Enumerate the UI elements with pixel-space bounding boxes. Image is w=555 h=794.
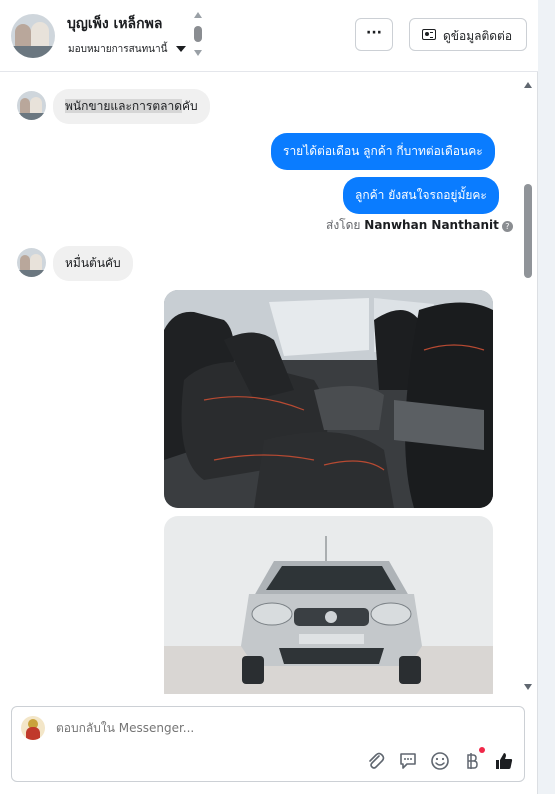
assign-conversation-link[interactable]: มอบหมายการสนทนานี้	[68, 42, 167, 57]
conversation-header: บุญเพ็ง เหล็กพล มอบหมายการสนทนานี้ ··· ด…	[0, 0, 538, 72]
sent-by-prefix: ส่งโดย	[326, 218, 361, 232]
contact-card-icon	[422, 29, 436, 40]
message-highlighted-text: พนักขายและการตลาด	[65, 99, 183, 113]
car-front-photo[interactable]	[164, 516, 493, 694]
window-edge	[538, 0, 555, 794]
header-scrollbar[interactable]	[192, 12, 204, 58]
notification-dot	[479, 747, 485, 753]
more-options-button[interactable]: ···	[355, 18, 393, 51]
scroll-thumb[interactable]	[524, 184, 532, 278]
message-composer	[11, 706, 525, 782]
contact-name[interactable]: บุญเพ็ง เหล็กพล	[67, 13, 162, 35]
sent-by-label: ส่งโดย Nanwhan Nanthanit?	[326, 216, 513, 235]
attachment-icon[interactable]	[366, 751, 386, 771]
emoji-icon[interactable]	[430, 751, 450, 771]
scroll-thumb[interactable]	[194, 26, 202, 42]
like-icon[interactable]	[494, 751, 514, 771]
scroll-up-icon[interactable]	[194, 12, 202, 18]
incoming-message[interactable]: พนักขายและการตลาดคับ	[53, 89, 210, 124]
messenger-panel: บุญเพ็ง เหล็กพล มอบหมายการสนทนานี้ ··· ด…	[0, 0, 538, 794]
sender-name: Nanwhan Nanthanit	[364, 218, 499, 232]
contact-avatar-small[interactable]	[17, 248, 46, 277]
outgoing-message[interactable]: รายได้ต่อเดือน ลูกค้า กี่บาทต่อเดือนคะ	[271, 133, 495, 170]
incoming-message[interactable]: หมื่นต้นคับ	[53, 246, 133, 281]
car-interior-photo[interactable]	[164, 290, 493, 508]
payment-icon[interactable]	[462, 751, 482, 771]
outgoing-message[interactable]: ลูกค้า ยังสนใจรถอยู่มั้ยคะ	[343, 177, 499, 214]
scroll-down-icon[interactable]	[194, 50, 202, 56]
scroll-down-icon[interactable]	[524, 684, 532, 690]
scroll-up-icon[interactable]	[524, 82, 532, 88]
message-list[interactable]: พนักขายและการตลาดคับ รายได้ต่อเดือน ลูกค…	[0, 73, 520, 694]
chevron-down-icon[interactable]	[176, 46, 186, 52]
reply-input[interactable]	[56, 721, 356, 735]
message-text: คับ	[182, 99, 198, 113]
messages-scrollbar[interactable]	[520, 78, 536, 694]
view-contact-info-label: ดูข้อมูลติดต่อ	[443, 29, 513, 43]
contact-avatar-small[interactable]	[17, 91, 46, 120]
view-contact-info-button[interactable]: ดูข้อมูลติดต่อ	[409, 18, 527, 51]
saved-replies-icon[interactable]	[398, 751, 418, 771]
contact-avatar[interactable]	[11, 14, 55, 58]
help-icon[interactable]: ?	[501, 221, 513, 232]
page-avatar	[21, 716, 45, 740]
